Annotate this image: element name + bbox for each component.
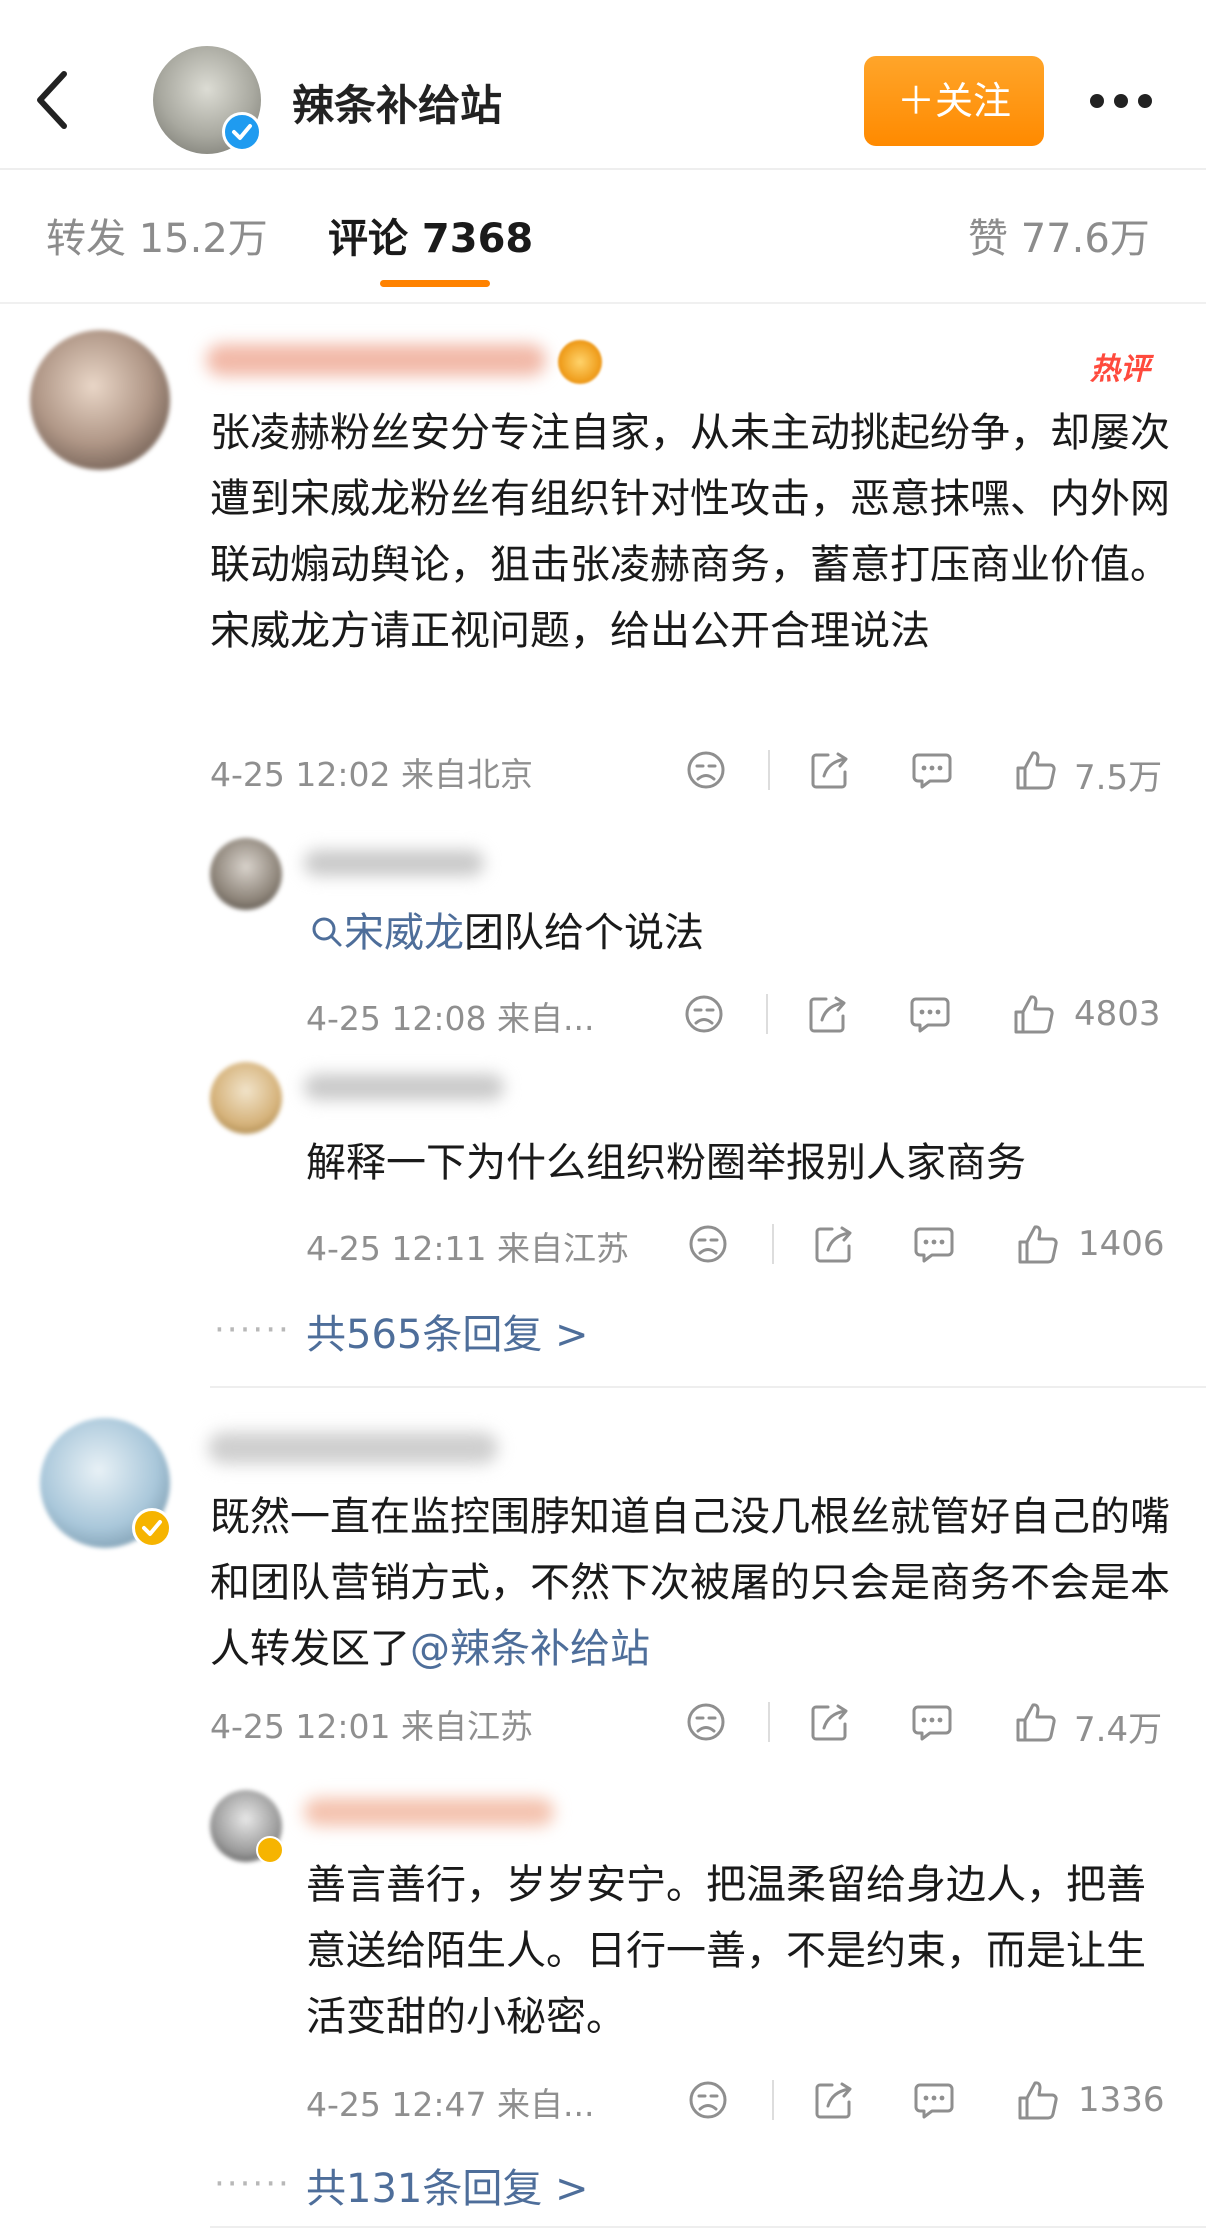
like-count: 1406 — [1078, 1224, 1165, 1264]
commenter-avatar[interactable] — [30, 330, 170, 470]
verified-icon — [256, 1836, 284, 1864]
share-icon[interactable] — [810, 2076, 858, 2124]
dislike-face-icon[interactable] — [682, 746, 730, 794]
tab-comments[interactable]: 评论 7368 — [328, 206, 533, 264]
mention-link[interactable]: @辣条补给站 — [410, 1626, 650, 1672]
dislike-face-icon[interactable] — [684, 1220, 732, 1268]
back-button[interactable] — [28, 62, 76, 138]
like-icon[interactable] — [1014, 1220, 1062, 1268]
commenter-name-blurred[interactable] — [206, 344, 546, 376]
search-link[interactable]: 宋威龙 — [310, 910, 464, 956]
share-icon[interactable] — [806, 1698, 854, 1746]
chevron-left-icon — [37, 71, 67, 129]
reply-text-body: 团队给个说法 — [464, 910, 704, 956]
commenter-name-blurred[interactable] — [208, 1432, 498, 1464]
more-replies-link[interactable]: 共565条回复 > — [306, 1302, 589, 1360]
crown-icon — [558, 340, 602, 384]
comment-divider — [210, 1386, 1206, 1388]
comment-icon[interactable] — [910, 2076, 958, 2124]
search-icon — [312, 917, 342, 947]
share-icon[interactable] — [806, 746, 854, 794]
like-count: 4803 — [1074, 994, 1161, 1034]
comment-divider — [210, 2226, 1206, 2228]
tab-likes[interactable]: 赞 77.6万 — [968, 206, 1150, 264]
active-tab-indicator — [380, 280, 490, 287]
dislike-face-icon[interactable] — [684, 2076, 732, 2124]
reply-dots: ······ — [214, 1310, 291, 1350]
like-icon[interactable] — [1012, 746, 1060, 794]
divider — [772, 2080, 774, 2120]
verified-icon — [132, 1508, 172, 1548]
hot-comment-badge: 热评 — [1090, 352, 1150, 387]
reply-avatar[interactable] — [210, 838, 282, 910]
tab-bar: 转发 15.2万 评论 7368 赞 77.6万 — [0, 170, 1206, 304]
comment-icon[interactable] — [908, 746, 956, 794]
comment-icon[interactable] — [910, 1220, 958, 1268]
like-icon[interactable] — [1010, 990, 1058, 1038]
reply-timestamp: 4-25 12:47 来自... — [306, 2085, 595, 2124]
reply-timestamp: 4-25 12:08 来自... — [306, 999, 595, 1038]
like-count: 7.5万 — [1074, 758, 1163, 798]
top-bar: 辣条补给站 ＋关注 — [0, 0, 1206, 170]
more-replies-link[interactable]: 共131条回复 > — [306, 2156, 589, 2214]
reply-text: 宋威龙团队给个说法 — [310, 900, 704, 966]
reply-avatar[interactable] — [210, 1062, 282, 1134]
comment-icon[interactable] — [908, 1698, 956, 1746]
comment-timestamp: 4-25 12:02 来自北京 — [210, 755, 533, 794]
reply-text: 善言善行，岁岁安宁。把温柔留给身边人，把善意送给陌生人。日行一善，不是约束，而是… — [306, 1862, 1146, 2040]
reply-dots: ······ — [214, 2164, 291, 2204]
share-icon[interactable] — [810, 1220, 858, 1268]
reply-name-blurred[interactable] — [304, 1074, 504, 1100]
reply-name-blurred[interactable] — [304, 1798, 554, 1826]
like-count: 1336 — [1078, 2080, 1165, 2120]
dislike-face-icon[interactable] — [680, 990, 728, 1038]
divider — [772, 1224, 774, 1264]
reply-name-blurred[interactable] — [304, 850, 484, 876]
comment-text: 张凌赫粉丝安分专注自家，从未主动挑起纷争，却屡次遭到宋威龙粉丝有组织针对性攻击，… — [210, 410, 1170, 654]
verified-icon — [222, 112, 262, 152]
like-icon[interactable] — [1012, 1698, 1060, 1746]
tab-reposts[interactable]: 转发 15.2万 — [46, 206, 268, 264]
comment-timestamp: 4-25 12:01 来自江苏 — [210, 1707, 533, 1746]
comment-text-body: 既然一直在监控围脖知道自己没几根丝就管好自己的嘴和团队营销方式，不然下次被屠的只… — [210, 1494, 1170, 1672]
comment-text: 既然一直在监控围脖知道自己没几根丝就管好自己的嘴和团队营销方式，不然下次被屠的只… — [210, 1484, 1170, 1682]
dislike-face-icon[interactable] — [682, 1698, 730, 1746]
reply-timestamp: 4-25 12:11 来自江苏 — [306, 1229, 629, 1268]
divider — [766, 994, 768, 1034]
divider — [768, 750, 770, 790]
reply-text: 解释一下为什么组织粉圈举报别人家商务 — [306, 1140, 1026, 1186]
more-dots-icon[interactable] — [1090, 80, 1202, 124]
share-icon[interactable] — [804, 990, 852, 1038]
search-term[interactable]: 宋威龙 — [344, 910, 464, 956]
comment-icon[interactable] — [906, 990, 954, 1038]
like-icon[interactable] — [1014, 2076, 1062, 2124]
account-name[interactable]: 辣条补给站 — [292, 72, 502, 133]
divider — [768, 1702, 770, 1742]
follow-button[interactable]: ＋关注 — [864, 56, 1044, 146]
like-count: 7.4万 — [1074, 1710, 1163, 1750]
